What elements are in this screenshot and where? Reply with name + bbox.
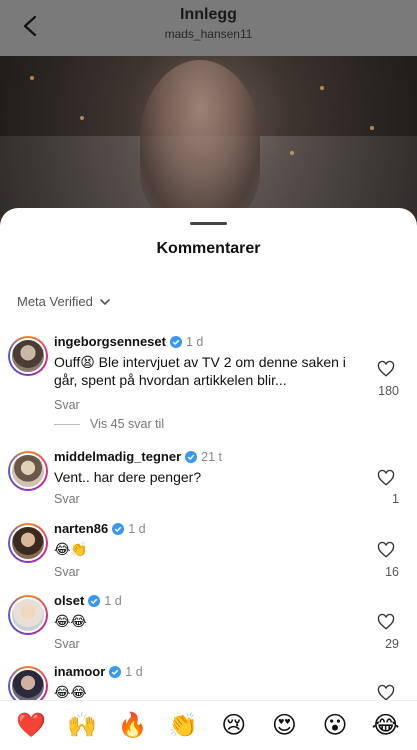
comments-sheet: Kommentarer Meta Verified ingeborgsennes… — [0, 208, 417, 750]
view-more-replies-button[interactable]: Vis 45 svar til — [54, 417, 164, 431]
reply-button[interactable]: Svar — [54, 492, 80, 506]
reply-button[interactable]: Svar — [54, 398, 80, 412]
light-dot — [30, 76, 34, 80]
avatar[interactable] — [8, 666, 48, 704]
emoji-heart-eyes-button[interactable]: 😍 — [266, 713, 302, 738]
chevron-down-icon — [100, 298, 110, 305]
emoji-crying-button[interactable]: 😢 — [216, 713, 252, 738]
emoji-raised-hands-button[interactable]: 🙌 — [64, 713, 100, 738]
comment-text: Vent.. har dere penger? — [54, 469, 202, 485]
verified-badge-icon — [169, 335, 182, 348]
comment-username[interactable]: middelmadig_tegner — [54, 449, 181, 464]
heart-icon[interactable] — [377, 613, 395, 631]
comment-text: Ouff😫 Ble intervjuet av TV 2 om denne sa… — [54, 354, 346, 388]
emoji-clapping-button[interactable]: 👏 — [165, 713, 201, 738]
comment-text: 😂👏 — [54, 541, 88, 557]
sheet-drag-handle[interactable] — [190, 222, 227, 225]
emoji-fire-button[interactable]: 🔥 — [115, 713, 151, 738]
emoji-reaction-bar: ❤️ 🙌 🔥 👏 😢 😍 😮 😂 — [0, 700, 417, 750]
sheet-title: Kommentarer — [156, 240, 261, 257]
light-dot — [290, 151, 294, 155]
filter-label: Meta Verified — [17, 294, 93, 309]
avatar[interactable] — [8, 595, 48, 635]
heart-icon[interactable] — [377, 469, 395, 487]
like-count: 29 — [385, 637, 399, 651]
verified-badge-icon — [112, 522, 125, 535]
comment-time: 1 d — [128, 521, 146, 536]
comment-username[interactable]: narten86 — [54, 521, 108, 536]
light-dot — [320, 86, 324, 90]
comment-username[interactable]: inamoor — [54, 664, 105, 679]
person-figure — [140, 60, 260, 220]
comment-time: 21 t — [201, 449, 222, 464]
comment-time: 1 d — [185, 334, 204, 349]
comment-username[interactable]: olset — [54, 593, 84, 608]
like-count: 1 — [392, 492, 399, 506]
comment-item: inamoor 1 d 😂😂 — [0, 664, 417, 704]
reply-button[interactable]: Svar — [54, 565, 80, 579]
verified-badge-icon — [109, 665, 122, 678]
more-replies-label: Vis 45 svar til — [90, 417, 165, 431]
light-dot — [80, 116, 84, 120]
comment-filter-dropdown[interactable]: Meta Verified — [17, 294, 111, 309]
post-header: Innlegg mads_hansen11 — [0, 0, 417, 56]
emoji-heart-button[interactable]: ❤️ — [13, 713, 49, 738]
comment-time: 1 d — [125, 664, 143, 679]
avatar[interactable] — [8, 451, 48, 491]
like-count: 180 — [378, 384, 399, 398]
avatar[interactable] — [8, 336, 48, 376]
verified-badge-icon — [185, 450, 198, 463]
comment-username[interactable]: ingeborgsenneset — [54, 334, 166, 349]
emoji-laughing-button[interactable]: 😂 — [368, 713, 404, 738]
page-title: Innlegg — [180, 6, 237, 23]
divider-line — [54, 423, 80, 425]
like-count: 16 — [385, 565, 399, 579]
comment-text: 😂😂 — [54, 684, 87, 700]
heart-icon[interactable] — [377, 360, 395, 378]
comment-time: 1 d — [104, 593, 122, 608]
heart-icon[interactable] — [377, 541, 395, 559]
light-dot — [370, 126, 374, 130]
verified-badge-icon — [88, 594, 101, 607]
comment-text: 😂😂 — [54, 613, 87, 629]
reply-button[interactable]: Svar — [54, 637, 80, 651]
page-subtitle: mads_hansen11 — [164, 27, 253, 41]
avatar[interactable] — [8, 523, 48, 563]
emoji-surprised-button[interactable]: 😮 — [317, 713, 353, 738]
post-video-preview[interactable] — [0, 56, 417, 226]
